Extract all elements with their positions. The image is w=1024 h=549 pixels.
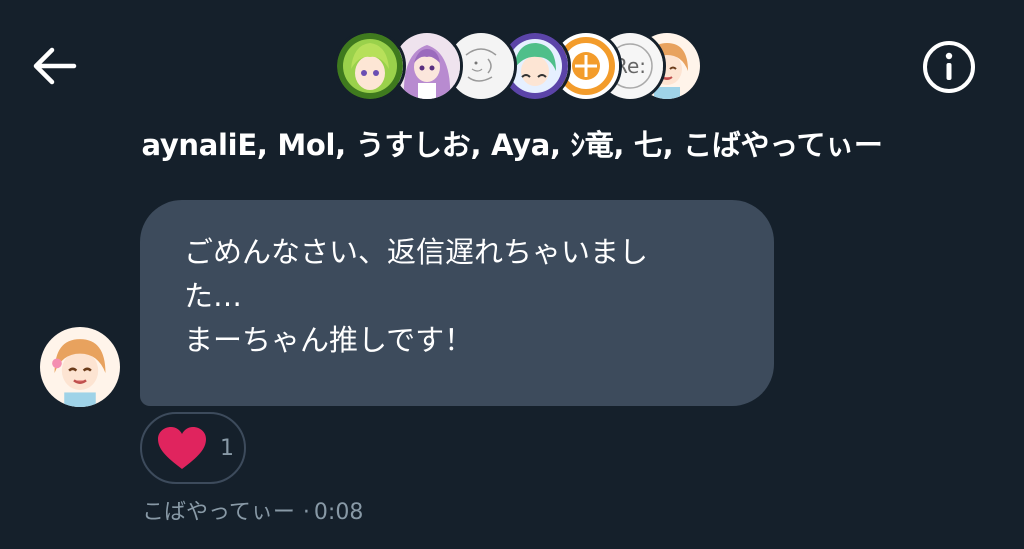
reaction-count: 1 <box>220 435 234 461</box>
heart-icon <box>158 427 206 469</box>
orange-hair-character-avatar-icon <box>40 327 120 407</box>
sender-name[interactable]: こばやってぃー <box>142 500 295 525</box>
message-text-line-1: ごめんなさい、返信遅れちゃいまし <box>184 235 649 269</box>
message-text-line-2: た… <box>184 279 243 313</box>
avatar-aynalie[interactable] <box>334 30 406 102</box>
message-time: 0:08 <box>313 500 364 525</box>
green-hair-character-avatar-icon <box>337 33 403 99</box>
heart-reaction-button[interactable]: 1 <box>140 412 246 484</box>
back-button[interactable] <box>28 42 80 90</box>
message-text-line-3: まーちゃん推しです！ <box>184 323 474 357</box>
message-meta: こばやってぃー · 0:08 <box>142 494 363 526</box>
meta-separator: · <box>302 500 310 525</box>
participants-names[interactable]: aynaliE, Mol, うすしお, Aya, ｼ竜, 七, こばやってぃー <box>0 122 1024 164</box>
sender-avatar[interactable] <box>40 327 120 407</box>
arrow-left-icon <box>33 47 77 85</box>
message-bubble[interactable]: ごめんなさい、返信遅れちゃいまし た… まーちゃん推しです！ <box>140 200 774 406</box>
info-icon <box>923 41 975 93</box>
participants-avatar-stack[interactable]: Re: <box>334 30 703 102</box>
conversation-info-button[interactable] <box>920 38 978 96</box>
